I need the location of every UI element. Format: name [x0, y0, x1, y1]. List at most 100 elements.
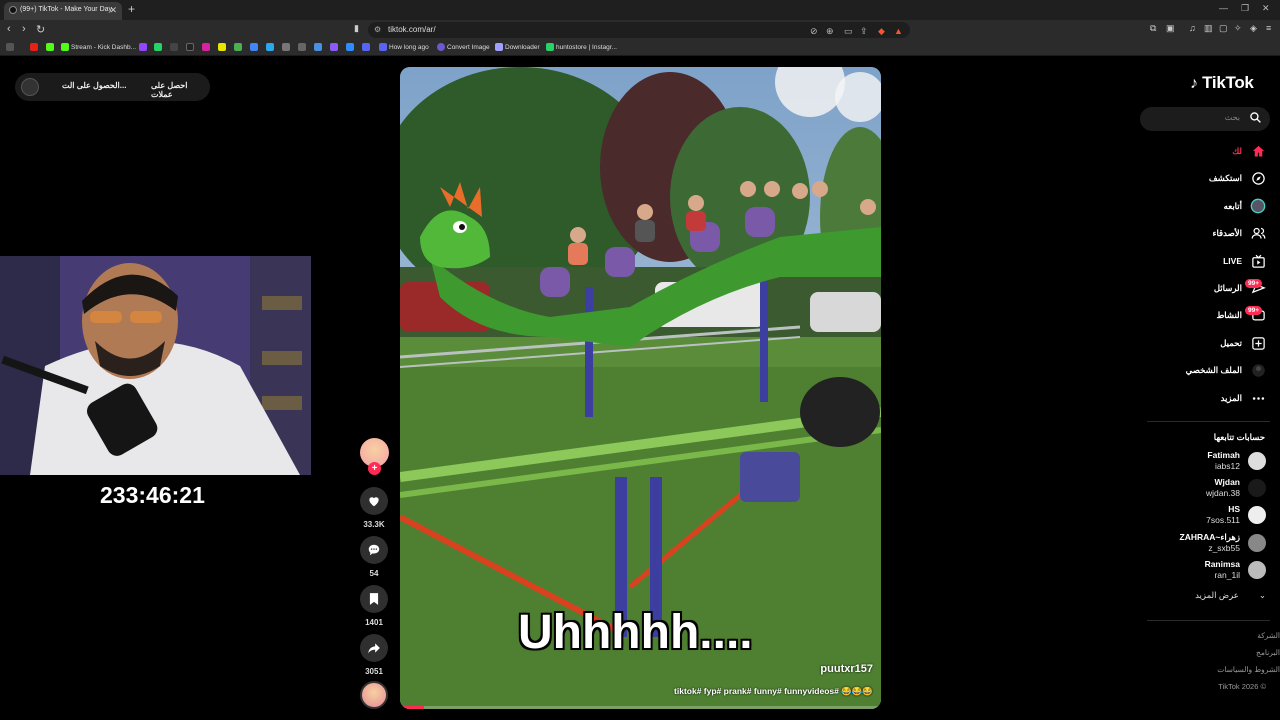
music-disc[interactable] [360, 681, 388, 709]
misc5-bookmark-icon[interactable] [346, 43, 354, 51]
home-icon [1250, 143, 1266, 159]
following-account[interactable]: Ranimsa ran_1il [1205, 559, 1266, 581]
back-icon[interactable]: ‹ [7, 23, 11, 35]
logo-text: TikTok [1202, 73, 1254, 92]
misc-bookmark-icon[interactable] [282, 43, 290, 51]
whatsapp-bookmark-icon[interactable] [154, 43, 162, 51]
bookmark-howlongago[interactable]: How long ago [389, 42, 429, 54]
bookmark-icon[interactable]: ▮ [354, 23, 359, 34]
snapchat-bookmark-icon[interactable] [218, 43, 226, 51]
get-pass-button[interactable]: الحصول على الت... [62, 81, 126, 90]
tiktok-logo[interactable]: ♪ TikTok [1190, 73, 1254, 93]
see-more-label: عرض المزيد [1195, 590, 1239, 600]
tiktok-bookmark-icon[interactable] [186, 43, 194, 51]
get-coins-button[interactable]: احصل على عملات [151, 81, 210, 99]
activity-badge: 99+ [1245, 306, 1263, 315]
misc4-bookmark-icon[interactable] [330, 43, 338, 51]
share-icon[interactable]: ⇪ [860, 23, 868, 39]
extensions-icon[interactable]: ⧉ [1150, 23, 1156, 34]
instagram-bookmark-icon[interactable] [202, 43, 210, 51]
search-icon[interactable] [1249, 111, 1262, 129]
upload-icon [1250, 335, 1266, 351]
zoom-icon[interactable]: ⊕ [826, 23, 834, 39]
close-tab-icon[interactable]: ✕ [109, 2, 117, 18]
reading-list-icon[interactable]: ▥ [1204, 23, 1213, 34]
browser-tab[interactable]: (99+) TikTok - Make Your Day ✕ [4, 2, 122, 20]
account-name: Fatimah [1207, 450, 1240, 460]
save-button[interactable] [360, 585, 388, 613]
nav-for-you[interactable]: لك [1232, 142, 1266, 160]
webcam-feed [0, 256, 311, 475]
twitch-bookmark-icon[interactable] [139, 43, 147, 51]
youtube-bookmark-icon[interactable] [30, 43, 38, 51]
following-account[interactable]: ZAHRAA~زهراء z_sxb55 [1180, 532, 1266, 554]
video-player[interactable]: Uhhhhh.... puutxr157 tiktok# fyp# prank#… [400, 67, 881, 709]
misc3-bookmark-icon[interactable] [314, 43, 322, 51]
footer-terms-link[interactable]: الشروط والسياسات [1217, 665, 1280, 674]
translate-icon[interactable]: ⊘ [810, 23, 818, 39]
brave-shield-icon[interactable]: ◆ [878, 23, 885, 39]
misc2-bookmark-icon[interactable] [298, 43, 306, 51]
bookmark-convert-image[interactable]: Convert Image [447, 42, 490, 54]
see-more-button[interactable]: عرض المزيد ⌄ [1195, 590, 1266, 601]
footer-program-link[interactable]: البرنامج [1256, 648, 1280, 657]
vpn-icon[interactable]: ◈ [1250, 23, 1257, 34]
kick-bookmark-icon[interactable] [46, 43, 54, 51]
discord-bookmark-icon[interactable] [362, 43, 370, 51]
rewards-icon[interactable]: ▲ [894, 23, 903, 39]
forward-icon[interactable]: › [22, 23, 26, 35]
sidebar-toggle-icon[interactable]: ▣ [1166, 23, 1175, 34]
video-progress-bar[interactable] [400, 706, 881, 709]
media-icon[interactable]: ♫ [1189, 23, 1196, 33]
nav-explore[interactable]: استكشف [1209, 169, 1266, 187]
nav-label: الرسائل [1213, 282, 1242, 293]
sheets-bookmark-icon[interactable] [234, 43, 242, 51]
wallet-icon[interactable]: ▢ [1219, 23, 1228, 34]
leo-icon[interactable]: ✧ [1234, 23, 1242, 34]
share-button[interactable] [360, 634, 388, 662]
more-icon [1250, 390, 1266, 406]
window-close-icon[interactable]: ✕ [1262, 3, 1270, 14]
messages-badge: 99+ [1245, 279, 1263, 288]
avatar [1248, 452, 1266, 470]
user-avatar[interactable] [21, 78, 39, 96]
follow-plus-icon[interactable]: + [368, 462, 381, 475]
reload-icon[interactable]: ↻ [36, 23, 45, 36]
minimize-icon[interactable]: — [1219, 3, 1228, 13]
avatar [1248, 479, 1266, 497]
telegram-bookmark-icon[interactable] [266, 43, 274, 51]
nav-following[interactable]: أتابعه [1224, 197, 1266, 215]
video-hashtags[interactable]: tiktok# fyp# prank# funny# funnyvideos# … [674, 686, 873, 697]
like-button[interactable] [360, 487, 388, 515]
following-icon [1250, 198, 1266, 214]
nav-live[interactable]: LIVE [1223, 252, 1266, 270]
nav-friends[interactable]: الأصدقاء [1212, 224, 1266, 242]
following-account[interactable]: HS 7sos.511 [1206, 504, 1266, 526]
nav-label: النشاط [1216, 309, 1242, 320]
tiktok-note-icon: ♪ [1190, 75, 1198, 92]
nav-more[interactable]: المزيد [1221, 389, 1266, 407]
nav-upload[interactable]: تحميل [1220, 334, 1266, 352]
x-bookmark-icon[interactable] [170, 43, 178, 51]
bookmark-huntostore[interactable]: huntostore | Instagr... [556, 42, 617, 54]
account-name: Ranimsa [1204, 559, 1240, 569]
apps-icon[interactable] [6, 43, 14, 51]
following-account[interactable]: Wjdan wjdan.38 [1206, 477, 1266, 499]
restore-icon[interactable]: ❐ [1241, 3, 1249, 14]
video-author[interactable]: puutxr157 [820, 663, 873, 675]
bookmark-stream[interactable]: Stream - Kick Dashb... [71, 42, 136, 54]
cast-icon[interactable]: ▭ [844, 23, 853, 39]
nav-label: لك [1232, 145, 1242, 156]
menu-icon[interactable]: ≡ [1266, 23, 1271, 33]
nav-profile[interactable]: الملف الشخصي [1186, 361, 1266, 379]
footer-company-link[interactable]: الشركة [1257, 631, 1280, 640]
comment-button[interactable] [360, 536, 388, 564]
huntostore-icon [546, 43, 554, 51]
site-info-icon[interactable]: ⚙ [374, 22, 381, 38]
search-input[interactable]: بحث [1140, 107, 1270, 131]
bookmark-downloader[interactable]: Downloader [505, 42, 540, 54]
translate-bookmark-icon[interactable] [250, 43, 258, 51]
address-bar[interactable]: ⚙ tiktok.com/ar/ ⊘ ⊕ ▭ ⇪ ◆ ▲ [368, 22, 910, 38]
following-account[interactable]: Fatimah iabs12 [1207, 450, 1266, 472]
new-tab-icon[interactable]: + [128, 2, 135, 16]
